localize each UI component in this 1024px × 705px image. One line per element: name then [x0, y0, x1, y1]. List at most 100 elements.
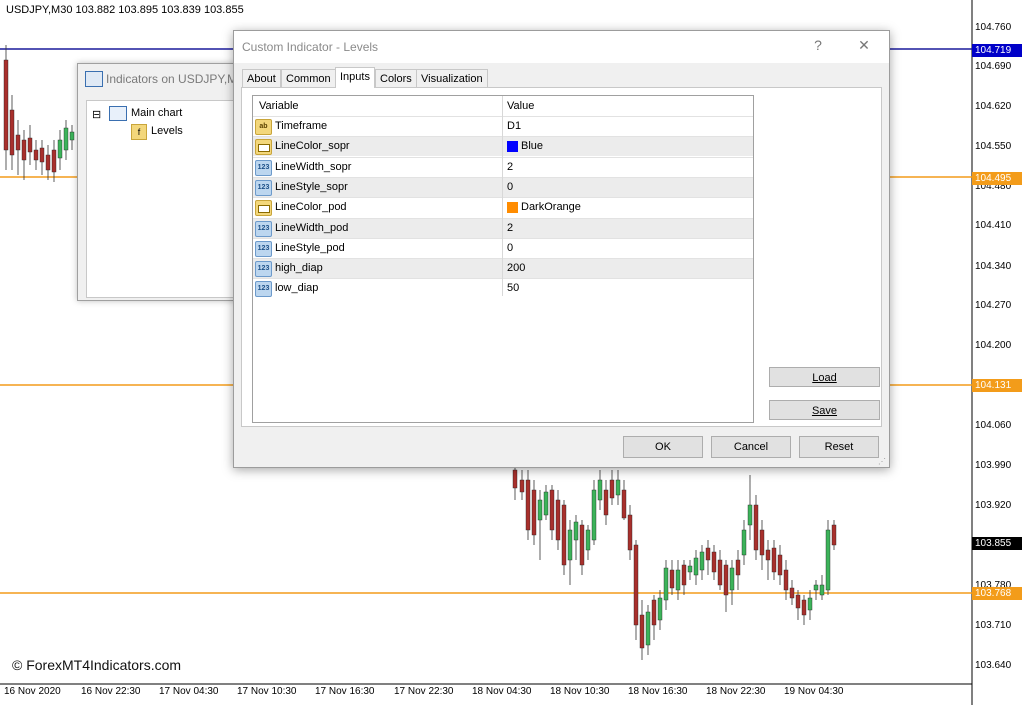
number-type-icon: 123	[255, 159, 272, 176]
input-variable-name: LineColor_sopr	[275, 140, 350, 153]
tab-about[interactable]: About	[242, 69, 281, 87]
input-row-linestyle-sopr[interactable]: 123 LineStyle_sopr 0	[253, 176, 753, 197]
time-axis-label: 18 Nov 16:30	[628, 686, 688, 697]
candle-body	[795, 594, 801, 609]
price-axis-label: 103.710	[975, 620, 1012, 631]
input-value[interactable]: Blue	[521, 140, 543, 152]
time-axis-label: 18 Nov 10:30	[550, 686, 610, 697]
candle-body	[63, 127, 69, 151]
candle-body	[825, 529, 831, 591]
candle-body	[39, 147, 45, 163]
price-axis-label: 104.690	[975, 61, 1012, 72]
candle-body	[771, 547, 777, 573]
price-axis-label: 104.270	[975, 300, 1012, 311]
input-value[interactable]: D1	[507, 120, 521, 132]
candle-body	[3, 59, 9, 151]
color-swatch[interactable]	[507, 141, 518, 153]
save-button[interactable]: Save	[769, 400, 880, 420]
input-value[interactable]: 50	[507, 282, 519, 294]
input-row-linewidth-sopr[interactable]: 123 LineWidth_sopr 2	[253, 156, 753, 177]
input-row-timeframe[interactable]: ab Timeframe D1	[253, 116, 753, 136]
tree-item-levels[interactable]: Levels	[151, 125, 183, 137]
input-value[interactable]: DarkOrange	[521, 201, 581, 213]
candle-body	[597, 479, 603, 501]
input-value[interactable]: 2	[507, 161, 513, 173]
time-axis-label: 17 Nov 16:30	[315, 686, 375, 697]
column-divider[interactable]	[502, 96, 503, 296]
input-row-linecolor-sopr[interactable]: LineColor_sopr Blue	[253, 136, 753, 157]
candle-body	[549, 489, 555, 531]
reset-button[interactable]: Reset	[799, 436, 879, 458]
input-value[interactable]: 200	[507, 262, 525, 274]
watermark: © ForexMT4Indicators.com	[12, 657, 182, 673]
candle-body	[747, 504, 753, 526]
price-axis-label: 104.410	[975, 220, 1012, 231]
candle-body	[512, 469, 518, 489]
resize-grip-icon[interactable]: ⋰	[878, 457, 886, 466]
input-variable-name: LineStyle_pod	[275, 241, 345, 254]
tab-colors[interactable]: Colors	[375, 69, 417, 87]
color-type-icon	[255, 139, 272, 156]
dialog-titlebar[interactable]: Custom Indicator - Levels ? ✕	[234, 31, 889, 63]
candle-body	[759, 529, 765, 556]
candle-body	[69, 131, 75, 141]
time-axis-label: 17 Nov 04:30	[159, 686, 219, 697]
input-variable-name: LineStyle_sopr	[275, 180, 348, 193]
price-axis-label: 104.340	[975, 261, 1012, 272]
candle-body	[813, 584, 819, 591]
input-row-low-diap[interactable]: 123 low_diap 50	[253, 278, 753, 298]
column-header-value: Value	[507, 100, 535, 112]
color-type-icon	[255, 200, 272, 217]
inputs-grid[interactable]: Variable Value ab Timeframe D1 LineColor_so…	[252, 95, 754, 423]
input-row-linestyle-pod[interactable]: 123 LineStyle_pod 0	[253, 237, 753, 258]
input-row-linewidth-pod[interactable]: 123 LineWidth_pod 2	[253, 217, 753, 238]
input-variable-name: LineColor_pod	[275, 201, 347, 214]
close-button[interactable]: ✕	[854, 37, 874, 54]
number-type-icon: 123	[255, 240, 272, 257]
cancel-button[interactable]: Cancel	[711, 436, 791, 458]
price-axis-label: 103.920	[975, 500, 1012, 511]
candle-body	[543, 491, 549, 516]
indicators-window-icon	[85, 71, 103, 87]
candle-body	[699, 551, 705, 571]
candle-body	[675, 569, 681, 591]
number-type-icon: 123	[255, 220, 272, 237]
tab-common[interactable]: Common	[281, 69, 336, 87]
tree-item-main-chart[interactable]: Main chart	[131, 107, 182, 119]
candle-body	[627, 514, 633, 551]
candle-body	[765, 549, 771, 561]
tab-inputs[interactable]: Inputs	[335, 67, 375, 88]
color-swatch[interactable]	[507, 202, 518, 214]
candle-body	[555, 499, 561, 541]
tab-visualization[interactable]: Visualization	[416, 69, 488, 87]
ok-button[interactable]: OK	[623, 436, 703, 458]
price-axis-label: 104.550	[975, 141, 1012, 152]
time-axis-label: 17 Nov 10:30	[237, 686, 297, 697]
candle-body	[729, 567, 735, 591]
input-row-linecolor-pod[interactable]: LineColor_pod DarkOrange	[253, 197, 753, 217]
candle-body	[693, 557, 699, 576]
indicators-dialog[interactable]: Indicators on USDJPY,M3 ⊟ Main chart f L…	[77, 63, 249, 301]
candle-body	[525, 479, 531, 531]
candle-body	[603, 489, 609, 516]
string-type-icon: ab	[255, 119, 272, 135]
candle-body	[711, 551, 717, 573]
candle-body	[561, 504, 567, 566]
time-axis-label: 18 Nov 22:30	[706, 686, 766, 697]
price-axis-label: 103.990	[975, 460, 1012, 471]
input-value[interactable]: 0	[507, 181, 513, 193]
price-axis-label: 104.200	[975, 340, 1012, 351]
candle-body	[735, 559, 741, 576]
help-button[interactable]: ?	[808, 37, 828, 53]
grid-header: Variable Value	[253, 96, 753, 116]
candle-body	[789, 587, 795, 599]
custom-indicator-dialog[interactable]: Custom Indicator - Levels ? ✕ About Comm…	[233, 30, 890, 468]
candle-body	[15, 134, 21, 151]
input-value[interactable]: 0	[507, 242, 513, 254]
input-variable-name: low_diap	[275, 282, 319, 295]
load-button[interactable]: Load	[769, 367, 880, 387]
input-value[interactable]: 2	[507, 222, 513, 234]
indicator-tree[interactable]: ⊟ Main chart f Levels	[86, 100, 248, 298]
input-row-high-diap[interactable]: 123 high_diap 200	[253, 258, 753, 279]
tree-collapse-icon[interactable]: ⊟	[92, 108, 101, 121]
